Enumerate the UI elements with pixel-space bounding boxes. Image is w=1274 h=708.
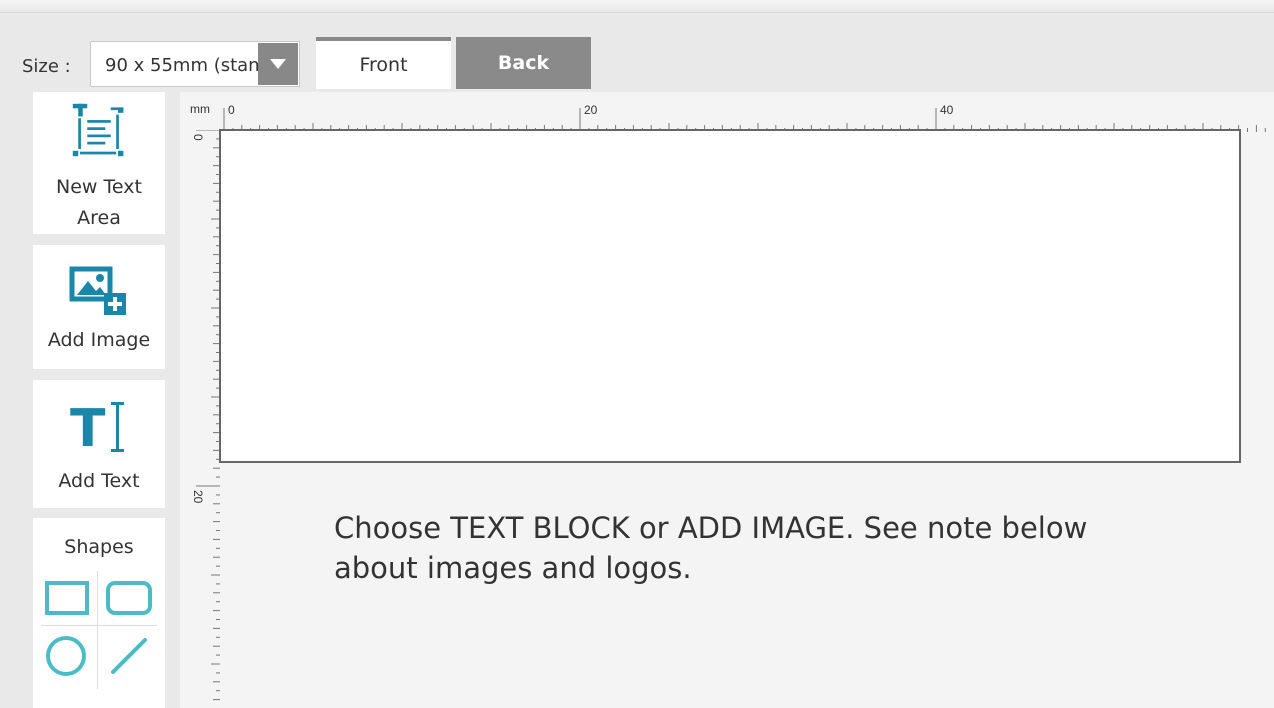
new-text-label-line1: New Text bbox=[56, 176, 142, 198]
rounded-rectangle-icon[interactable] bbox=[104, 573, 154, 623]
add-text-button[interactable]: T Add Text bbox=[33, 380, 165, 508]
tab-front[interactable]: Front bbox=[316, 37, 451, 89]
ruler-label: 20 bbox=[191, 490, 205, 504]
size-label: Size : bbox=[22, 56, 71, 77]
shapes-grid bbox=[33, 563, 165, 693]
ruler-label: 40 bbox=[940, 103, 954, 117]
new-text-label-line2: Area bbox=[77, 207, 121, 229]
chevron-down-icon[interactable] bbox=[258, 43, 298, 85]
add-image-icon bbox=[69, 266, 126, 315]
rectangle-icon[interactable] bbox=[42, 573, 92, 623]
horizontal-ruler: 0 20 40 bbox=[220, 98, 1274, 132]
shapes-panel: Shapes bbox=[33, 518, 165, 708]
size-select-value: 90 x 55mm (stan bbox=[105, 55, 259, 76]
ruler-label: 0 bbox=[191, 134, 205, 141]
size-select[interactable]: 90 x 55mm (stan bbox=[90, 41, 300, 87]
shape-divider-vertical bbox=[97, 571, 98, 689]
text-area-icon bbox=[72, 103, 124, 157]
add-text-label: Add Text bbox=[58, 470, 140, 492]
window-top-strip bbox=[0, 0, 1274, 13]
shapes-label: Shapes bbox=[64, 536, 134, 558]
add-image-label: Add Image bbox=[47, 329, 151, 351]
card-canvas[interactable] bbox=[219, 129, 1241, 463]
ruler-label: 0 bbox=[228, 103, 235, 117]
tab-back[interactable]: Back bbox=[456, 37, 591, 89]
vertical-ruler: 0 20 bbox=[186, 130, 220, 708]
ruler-unit-label: mm bbox=[190, 102, 210, 116]
circle-icon[interactable] bbox=[41, 631, 91, 681]
ruler-label: 20 bbox=[584, 103, 598, 117]
line-icon[interactable] bbox=[104, 631, 154, 681]
shape-divider-horizontal bbox=[41, 625, 157, 626]
add-image-button[interactable]: Add Image bbox=[33, 245, 165, 369]
svg-text:T: T bbox=[70, 399, 106, 456]
new-text-area-button[interactable]: New Text Area bbox=[33, 92, 165, 234]
text-cursor-icon: T bbox=[70, 399, 124, 456]
canvas-instructions: Choose TEXT BLOCK or ADD IMAGE. See note… bbox=[334, 511, 1088, 585]
